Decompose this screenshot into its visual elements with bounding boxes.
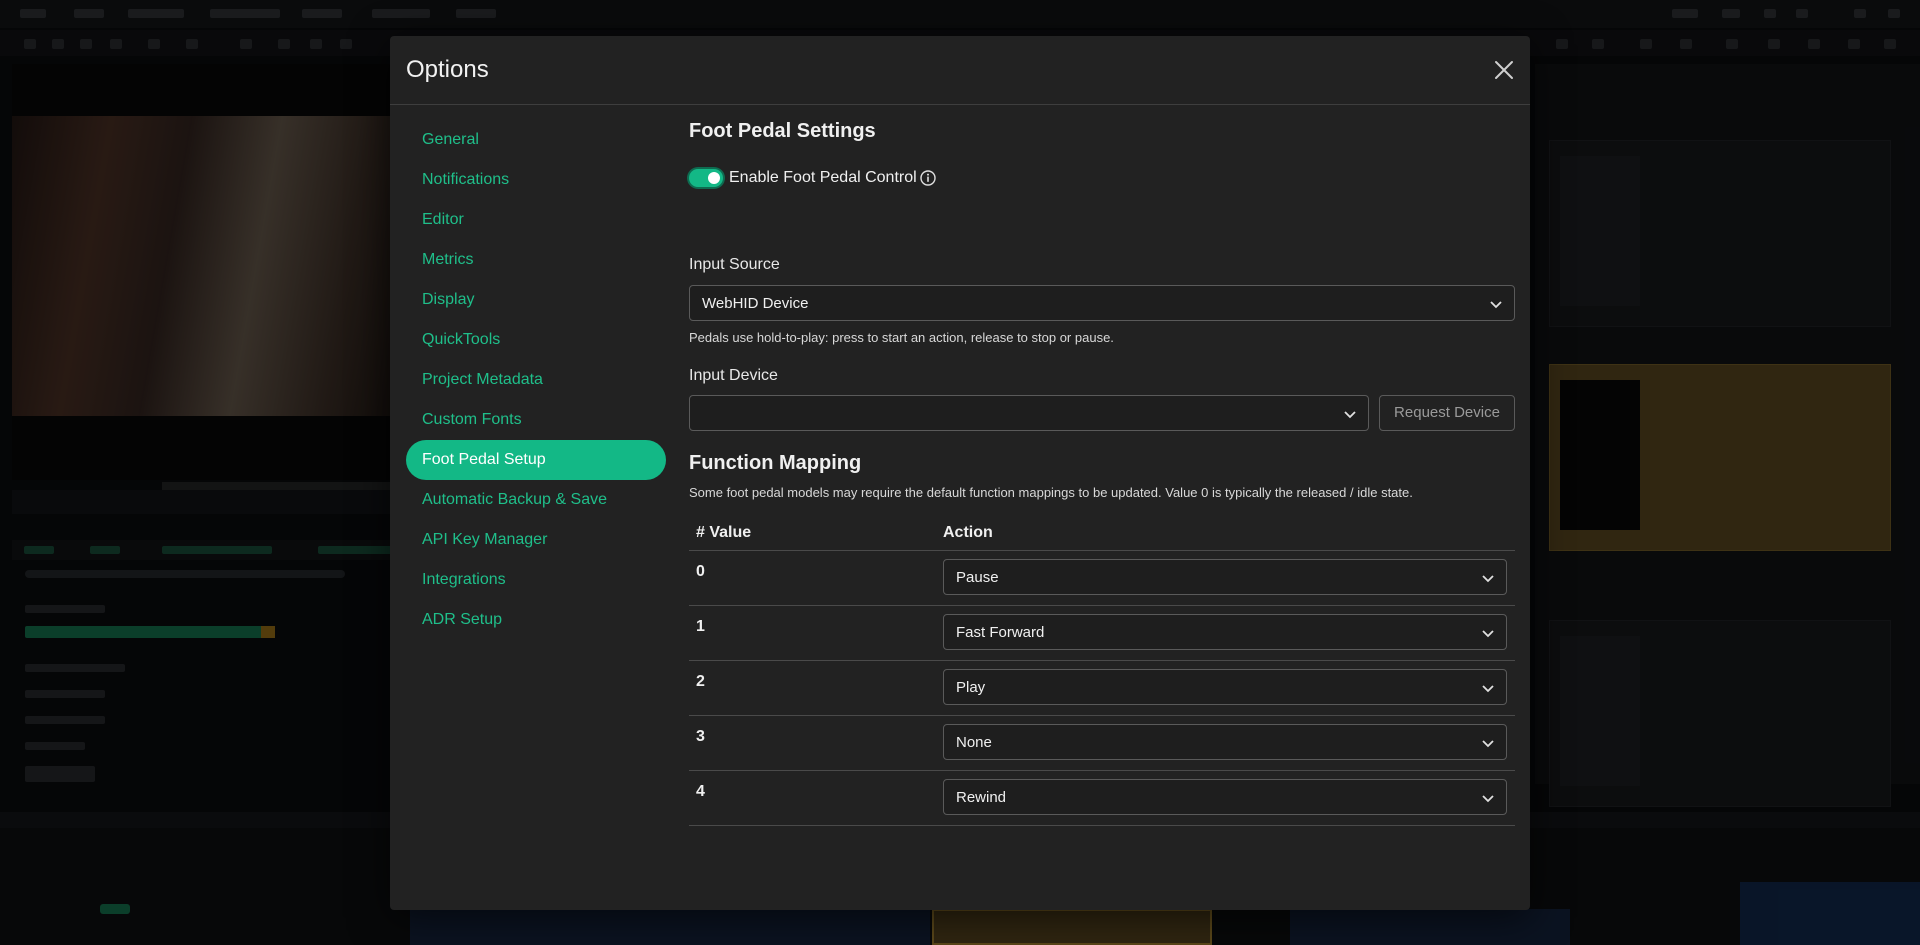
sidebar-item-notifications[interactable]: Notifications [406,160,666,200]
action-select[interactable]: Fast Forward [943,614,1507,650]
function-mapping-hint: Some foot pedal models may require the d… [689,485,1413,500]
enable-foot-pedal-row: Enable Foot Pedal Control [689,168,936,188]
action-select[interactable]: None [943,724,1507,760]
action-value: None [956,734,992,751]
sidebar-item-adr-setup[interactable]: ADR Setup [406,600,666,640]
function-mapping-heading: Function Mapping [689,452,862,474]
chevron-down-icon [1482,575,1494,583]
action-select[interactable]: Rewind [943,779,1507,815]
chevron-down-icon [1482,740,1494,748]
table-row: 1 Fast Forward [689,606,1515,661]
table-row: 2 Play [689,661,1515,716]
table-row: 0 Pause [689,551,1515,606]
chevron-down-icon [1482,630,1494,638]
request-device-button[interactable]: Request Device [1379,395,1515,431]
action-value: Play [956,679,986,696]
options-dialog: Options General Notifications Editor Met… [390,36,1530,910]
close-icon [1495,61,1513,79]
input-source-label: Input Source [689,256,780,273]
column-header-action: Action [943,524,993,541]
chevron-down-icon [1344,411,1356,419]
function-mapping-table: # Value Action 0 Pause 1 Fast Forward 2 [689,514,1515,826]
info-icon[interactable] [919,170,936,186]
sidebar-item-automatic-backup[interactable]: Automatic Backup & Save [406,480,666,520]
sidebar-item-integrations[interactable]: Integrations [406,560,666,600]
dialog-header: Options [390,36,1530,105]
enable-foot-pedal-toggle[interactable] [689,169,723,187]
enable-foot-pedal-label[interactable]: Enable Foot Pedal Control [729,169,917,187]
dialog-title: Options [406,56,489,83]
sidebar-item-display[interactable]: Display [406,280,666,320]
table-row: 3 None [689,716,1515,771]
pedal-value: 1 [696,618,705,635]
close-button[interactable] [1492,58,1516,82]
table-header: # Value Action [689,514,1515,551]
action-value: Fast Forward [956,624,1045,641]
action-value: Rewind [956,789,1007,806]
chevron-down-icon [1490,301,1502,309]
pedal-value: 3 [696,728,705,745]
input-source-hint: Pedals use hold-to-play: press to start … [689,330,1114,345]
sidebar-item-project-metadata[interactable]: Project Metadata [406,360,666,400]
action-select[interactable]: Play [943,669,1507,705]
input-device-select[interactable] [689,395,1369,431]
sidebar-item-foot-pedal-setup[interactable]: Foot Pedal Setup [406,440,666,480]
table-row: 4 Rewind [689,771,1515,826]
sidebar-item-quicktools[interactable]: QuickTools [406,320,666,360]
column-header-value: # Value [696,524,752,541]
sidebar-item-editor[interactable]: Editor [406,200,666,240]
chevron-down-icon [1482,795,1494,803]
pedal-value: 4 [696,783,705,800]
input-source-select[interactable]: WebHID Device [689,285,1515,321]
action-select[interactable]: Pause [943,559,1507,595]
sidebar-item-custom-fonts[interactable]: Custom Fonts [406,400,666,440]
chevron-down-icon [1482,685,1494,693]
sidebar-item-metrics[interactable]: Metrics [406,240,666,280]
pedal-value: 2 [696,673,705,690]
sidebar-item-general[interactable]: General [406,120,666,160]
sidebar-item-api-key-manager[interactable]: API Key Manager [406,520,666,560]
input-source-value: WebHID Device [702,295,809,312]
input-device-label: Input Device [689,367,778,384]
section-heading: Foot Pedal Settings [689,120,876,142]
pedal-value: 0 [696,563,705,580]
action-value: Pause [956,569,999,586]
options-sidebar: General Notifications Editor Metrics Dis… [406,120,666,640]
